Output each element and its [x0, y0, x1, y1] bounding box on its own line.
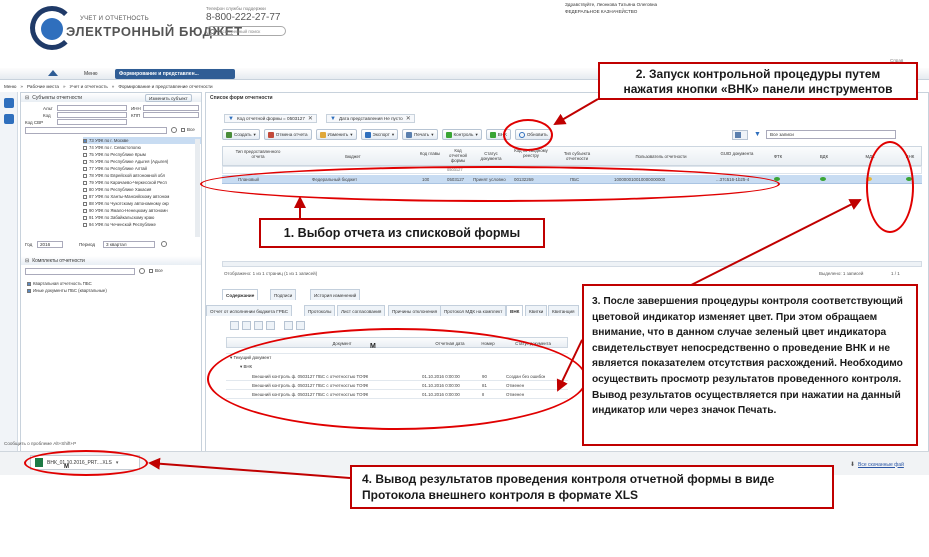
callout-select-report: 1. Выбор отчета из списковой формы	[259, 218, 545, 248]
highlight-protocol-ellipse	[207, 328, 587, 430]
highlight-row-ellipse	[200, 166, 780, 202]
highlight-vnk-column-ellipse	[866, 141, 914, 233]
callout-run-vnk: 2. Запуск контрольной процедуры путем на…	[598, 62, 918, 100]
callout-indicator-explanation: 3. После завершения процедуры контроля с…	[582, 284, 918, 446]
callout-xls-output: 4. Вывод результатов проведения контроля…	[350, 465, 834, 509]
highlight-download-ellipse	[24, 450, 148, 476]
highlight-vnk-button-ellipse	[503, 119, 553, 151]
